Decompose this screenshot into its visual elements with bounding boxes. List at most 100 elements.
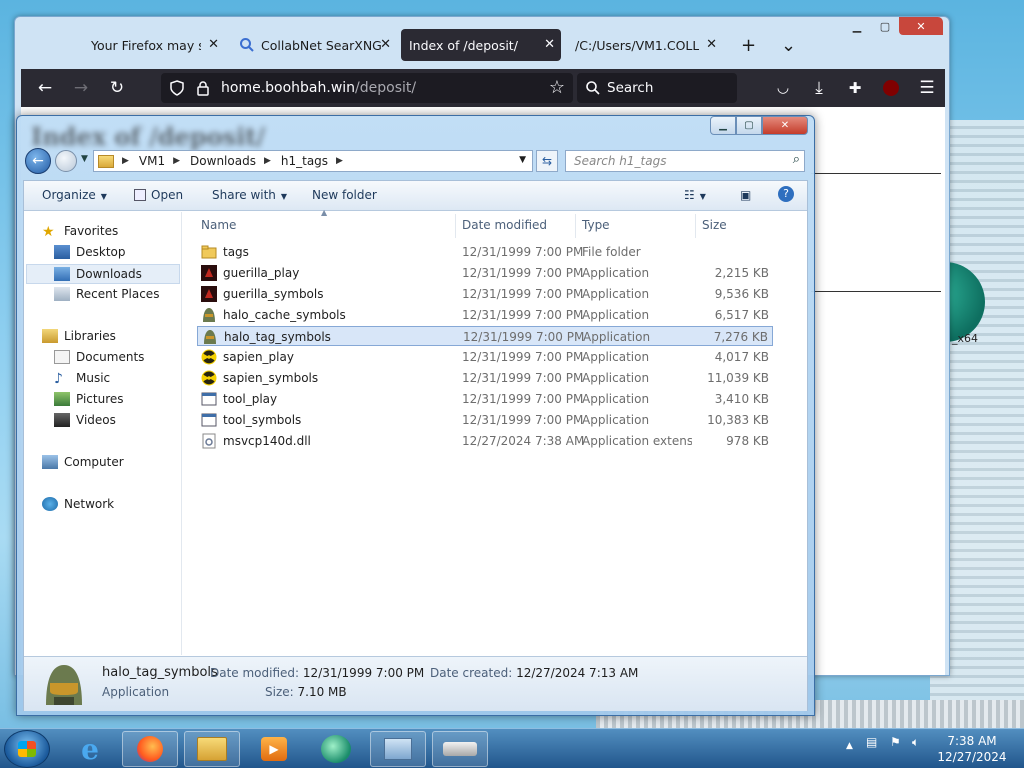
extensions-icon[interactable]: ✚ [843,76,867,100]
breadcrumb-vm1[interactable]: VM1 [139,154,165,168]
system-clock[interactable]: 7:38 AM 12/27/2024 [930,733,1014,765]
organize-button[interactable]: Organize ▼ [42,188,107,202]
file-row-guerilla-symbols[interactable]: guerilla_symbols 12/31/1999 7:00 PM Applic… [197,284,773,304]
refresh-button[interactable]: ⇆ [536,150,558,172]
close-window-button[interactable]: ✕ [762,116,808,135]
file-row-tool-play[interactable]: tool_play 12/31/1999 7:00 PM Application 3,… [197,389,773,409]
open-button[interactable]: Open [134,188,183,202]
minimize-button[interactable]: ▁ [843,17,871,35]
tab-searxng[interactable]: CollabNet SearXNG ✕ [231,29,397,61]
organize-label: Organize [42,188,96,202]
file-name: msvcp140d.dll [223,434,311,448]
tab-index-deposit[interactable]: Index of /deposit/ ✕ [401,29,561,61]
nav-pictures[interactable]: Pictures [54,392,124,406]
column-divider[interactable] [695,214,696,238]
details-date-created: Date created: 12/27/2024 7:13 AM [430,666,638,680]
action-center-flag-icon[interactable]: ⚑ [890,735,901,749]
page-divider [811,173,941,174]
file-row-halo-cache-symbols[interactable]: halo_cache_symbols 12/31/1999 7:00 PM Appl… [197,305,773,325]
column-header-size[interactable]: Size [702,218,727,232]
address-bar[interactable]: ▶ VM1 ▶ Downloads ▶ h1_tags ▶ ▼ [93,150,533,172]
shield-icon[interactable] [169,80,185,96]
minimize-button[interactable]: ▁ [710,116,736,135]
column-header-name[interactable]: Name [201,218,236,232]
maximize-button[interactable]: ▢ [871,17,899,35]
nav-documents[interactable]: Documents [54,350,144,364]
view-options-icon[interactable]: ☷ ▼ [684,188,706,202]
bookmark-star-icon[interactable]: ☆ [549,77,565,98]
ublock-icon[interactable] [879,76,903,100]
file-row-tags[interactable]: tags 12/31/1999 7:00 PM File folder [197,242,773,262]
nav-computer[interactable]: Computer [42,455,124,469]
new-folder-button[interactable]: New folder [312,188,377,202]
column-divider[interactable] [455,214,456,238]
tab-firefox-notice[interactable]: Your Firefox may sta ✕ [83,29,225,61]
column-header-type[interactable]: Type [582,218,610,232]
download-icon[interactable]: ⤓ [807,76,831,100]
share-with-button[interactable]: Share with ▼ [212,188,287,202]
forward-arrow-icon[interactable]: → [69,76,93,100]
reload-icon[interactable]: ↻ [105,76,129,100]
forward-button[interactable] [55,150,77,172]
volume-muted-icon[interactable]: 🔈︎ [912,735,919,750]
column-divider[interactable] [575,214,576,238]
network-tray-icon[interactable]: ▤ [866,735,877,749]
breadcrumb-downloads[interactable]: Downloads [190,154,256,168]
taskbar-app[interactable] [308,731,364,767]
chevron-right-icon[interactable]: ▶ [122,156,129,166]
url-bar[interactable]: home.boohbah.win/deposit/ ☆ [161,73,573,103]
details-label: Size: [265,685,294,699]
nav-downloads[interactable]: Downloads [26,264,180,284]
address-dropdown-icon[interactable]: ▼ [519,155,526,165]
close-icon[interactable]: ✕ [706,37,717,52]
nav-recent-places[interactable]: Recent Places [54,287,159,301]
folder-icon [197,737,227,761]
history-dropdown-icon[interactable]: ▼ [81,154,88,164]
maximize-button[interactable]: ▢ [736,116,762,135]
nav-network[interactable]: Network [42,497,114,511]
close-icon[interactable]: ✕ [380,37,391,52]
preview-pane-icon[interactable]: ▣ [740,188,751,202]
chevron-right-icon[interactable]: ▶ [264,156,271,166]
taskbar-halo[interactable] [432,731,488,767]
search-box[interactable]: Search [577,73,737,103]
nav-desktop[interactable]: Desktop [54,245,126,259]
chevron-right-icon[interactable]: ▶ [173,156,180,166]
file-row-halo-tag-symbols[interactable]: halo_tag_symbols 12/31/1999 7:00 PM Applic… [197,326,773,346]
url-path: /deposit/ [355,80,417,96]
file-row-sapien-symbols[interactable]: sapien_symbols 12/31/1999 7:00 PM Applicat… [197,368,773,388]
media-player-icon: ▶ [261,737,287,761]
tab-local-file[interactable]: /C:/Users/VM1.COLLAB ✕ [567,29,723,61]
nav-music[interactable]: ♪ Music [54,371,110,387]
file-row-sapien-play[interactable]: sapien_play 12/31/1999 7:00 PM Application… [197,347,773,367]
back-arrow-icon[interactable]: ← [33,76,57,100]
search-icon[interactable]: ⌕ [793,152,800,167]
nav-libraries[interactable]: Libraries [42,329,116,343]
breadcrumb-h1-tags[interactable]: h1_tags [281,154,328,168]
close-icon[interactable]: ✕ [208,37,219,52]
back-button[interactable]: ← [25,148,51,174]
taskbar-firefox[interactable] [122,731,178,767]
lock-icon[interactable] [195,80,211,96]
nav-favorites[interactable]: ★ Favorites [42,224,118,240]
start-button[interactable] [4,730,50,768]
tab-list-button[interactable]: ⌄ [773,29,801,61]
chevron-right-icon[interactable]: ▶ [336,156,343,166]
taskbar-media-player[interactable]: ▶ [246,731,302,767]
taskbar-control-panel[interactable] [370,731,426,767]
taskbar-explorer[interactable] [184,731,240,767]
close-window-button[interactable]: ✕ [899,17,943,35]
show-hidden-icons-icon[interactable]: ▲ [846,741,853,751]
help-icon[interactable]: ? [778,186,794,202]
pocket-icon[interactable]: ◡ [771,76,795,100]
file-row-guerilla-play[interactable]: guerilla_play 12/31/1999 7:00 PM Applicati… [197,263,773,283]
taskbar-internet-explorer[interactable]: e [62,731,118,767]
column-header-date[interactable]: Date modified [462,218,547,232]
file-row-tool-symbols[interactable]: tool_symbols 12/31/1999 7:00 PM Applicatio… [197,410,773,430]
menu-icon[interactable]: ☰ [915,76,939,100]
explorer-search-input[interactable]: Search h1_tags ⌕ [565,150,805,172]
new-tab-button[interactable]: + [733,29,761,61]
file-row-msvcp140d-dll[interactable]: msvcp140d.dll 12/27/2024 7:38 AM Applicati… [197,431,773,451]
nav-videos[interactable]: Videos [54,413,116,427]
close-icon[interactable]: ✕ [544,37,555,52]
